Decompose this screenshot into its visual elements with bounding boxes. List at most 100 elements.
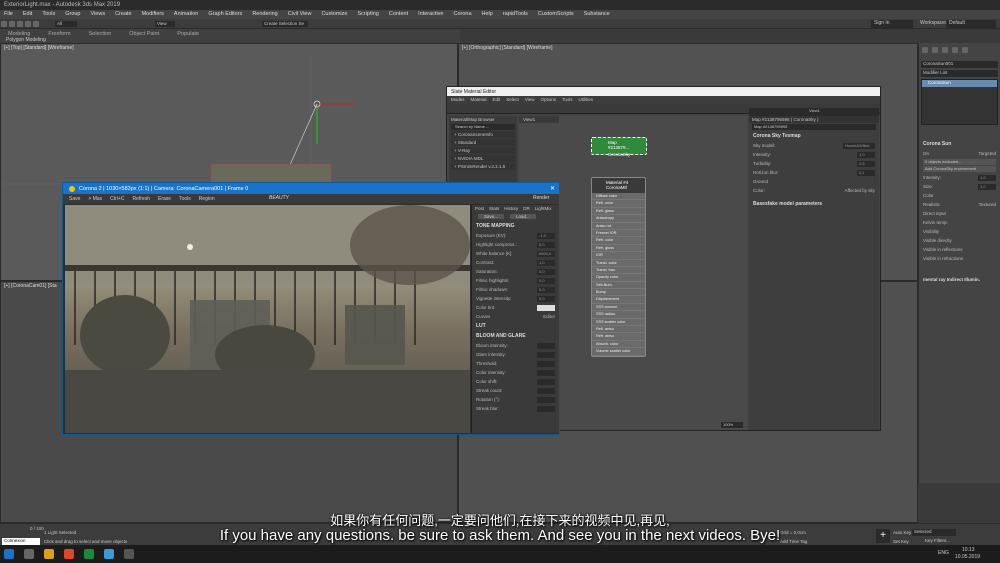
menu-item-file[interactable]: File	[4, 11, 13, 18]
ribbon-tab-object-paint[interactable]: Object Paint	[129, 31, 159, 41]
sme-menu-view[interactable]: View	[525, 97, 535, 103]
browser-item[interactable]: + CoronaSceneInfo	[451, 131, 515, 138]
tone-field[interactable]	[537, 304, 555, 311]
material-slot[interactable]: Refl. gloss	[592, 208, 645, 216]
create-tab-icon[interactable]	[922, 47, 928, 53]
menu-item-corona[interactable]: Corona	[453, 11, 471, 18]
menu-item-rendering[interactable]: Rendering	[252, 11, 277, 18]
bloom-field[interactable]	[537, 378, 555, 385]
material-slot[interactable]: Opacity color	[592, 274, 645, 282]
modify-tab-icon[interactable]	[932, 47, 938, 53]
tone-field[interactable]: 0,0	[537, 277, 555, 284]
menu-item-animation[interactable]: Animation	[174, 11, 198, 18]
language-indicator[interactable]: ENG	[938, 550, 949, 556]
clock-date[interactable]: 10.05.2019	[955, 554, 980, 560]
sme-menu-utilities[interactable]: Utilities	[579, 97, 594, 103]
modifier-list-dropdown[interactable]: Modifier List	[921, 70, 998, 77]
material-slot[interactable]: Self-illum.	[592, 282, 645, 290]
menu-item-group[interactable]: Group	[65, 11, 80, 18]
search-icon[interactable]	[24, 549, 34, 559]
sme-menu-select[interactable]: Select	[506, 97, 519, 103]
curves-editor-button[interactable]: Editor	[543, 314, 555, 319]
material-slot[interactable]: Refr. color	[592, 237, 645, 245]
menu-item-views[interactable]: Views	[91, 11, 106, 18]
size-field[interactable]: 1,0	[978, 183, 996, 190]
turbidity-field[interactable]: 2,5	[857, 160, 875, 167]
targeted-checkbox[interactable]: Targeted	[978, 151, 996, 156]
material-slot[interactable]: Transl. color	[592, 260, 645, 267]
bloom-header[interactable]: BLOOM AND GLARE	[472, 331, 559, 341]
visible-directly-checkbox[interactable]: Visible directly	[923, 238, 952, 243]
corona-sky-node[interactable]: Map #213879... CoronaSky	[591, 137, 647, 157]
hierarchy-tab-icon[interactable]	[942, 47, 948, 53]
sme-menu-options[interactable]: Options	[541, 97, 557, 103]
menu-item-tools[interactable]: Tools	[42, 11, 55, 18]
menu-item-create[interactable]: Create	[115, 11, 132, 18]
tone-field[interactable]: 5,0	[537, 241, 555, 248]
ribbon-tab-populate[interactable]: Populate	[177, 31, 199, 41]
menu-item-civil-view[interactable]: Civil View	[288, 11, 312, 18]
material-slot[interactable]: SSS amount	[592, 304, 645, 312]
sky-intensity-field[interactable]: 1,0	[857, 151, 875, 158]
menu-item-rapidtools[interactable]: rapidTools	[503, 11, 528, 18]
save-settings-button[interactable]: Save...	[478, 214, 505, 219]
visible-reflections-checkbox[interactable]: Visible in reflections	[923, 247, 963, 252]
menu-item-edit[interactable]: Edit	[23, 11, 32, 18]
redo-icon[interactable]	[9, 21, 15, 27]
material-slot[interactable]: Bump	[592, 289, 645, 297]
browser-item[interactable]: + Standard	[451, 139, 515, 146]
basesfake-rollout[interactable]: Basesfake model parameters	[749, 199, 879, 209]
material-slot[interactable]: IOR	[592, 252, 645, 260]
intensity-field[interactable]: 1,0	[978, 174, 996, 181]
filter-dropdown[interactable]: All	[55, 21, 77, 27]
bloom-field[interactable]	[537, 396, 555, 403]
display-tab-icon[interactable]	[962, 47, 968, 53]
zoom-field[interactable]: 100%	[721, 422, 743, 428]
map-name-field[interactable]: Map #2138795595	[752, 124, 876, 130]
material-slot[interactable]: Refr. gloss	[592, 245, 645, 253]
view-tab[interactable]: View1	[519, 116, 559, 123]
bloom-field[interactable]	[537, 369, 555, 376]
sme-menu-modes[interactable]: Modes	[451, 97, 465, 103]
tone-field[interactable]: 0,0	[537, 286, 555, 293]
load-settings-button[interactable]: Load...	[510, 214, 536, 219]
vfb-tab-history[interactable]: History	[504, 206, 518, 211]
material-slot[interactable]: Diffuse color	[592, 193, 645, 201]
beauty-dropdown[interactable]: BEAUTY	[269, 195, 289, 201]
sky-model-dropdown[interactable]: Hosek&Wilkie	[843, 142, 875, 149]
bloom-field[interactable]	[537, 351, 555, 358]
realistic-radio[interactable]: Realistic	[923, 202, 940, 207]
tone-field[interactable]: -1,0	[537, 232, 555, 239]
material-slot[interactable]: Refl. color	[592, 200, 645, 208]
menu-item-content[interactable]: Content	[389, 11, 408, 18]
modifier-stack-item[interactable]: CoronaSun	[922, 80, 997, 87]
textured-checkbox[interactable]: Textured	[979, 202, 996, 207]
vfb-tool-save[interactable]: Save	[69, 196, 80, 202]
material-slot[interactable]: Displacement	[592, 296, 645, 304]
material-slot[interactable]: Refr. aniso	[592, 333, 645, 341]
object-name-field[interactable]: CoronaSun001	[921, 61, 998, 68]
tone-mapping-header[interactable]: TONE MAPPING	[472, 221, 559, 231]
vfb-app-icon[interactable]	[124, 549, 134, 559]
sme-menu-edit[interactable]: Edit	[493, 97, 501, 103]
lut-header[interactable]: LUT	[472, 321, 559, 331]
tone-field[interactable]: 0,0	[537, 295, 555, 302]
max-app-icon[interactable]	[104, 549, 114, 559]
vfb-tab-lightmix[interactable]: LightMix	[535, 206, 552, 211]
visible-refractions-checkbox[interactable]: Visible in refractions	[923, 256, 963, 261]
close-icon[interactable]: ✕	[550, 185, 555, 192]
tone-field[interactable]: 1,0	[537, 259, 555, 266]
extra-rollout[interactable]: mental ray Indirect Illumin.	[919, 275, 1000, 284]
vfb-tool-region[interactable]: Region	[199, 196, 215, 202]
clock-time[interactable]: 10:13	[962, 547, 975, 553]
vfb-tab-stats[interactable]: Stats	[489, 206, 499, 211]
vfb-tab-dr[interactable]: DR	[523, 206, 530, 211]
curves-checkbox[interactable]: Curves	[476, 314, 490, 319]
sun-rollout-header[interactable]: Corona Sun	[919, 139, 1000, 149]
browser-item[interactable]: + V-Ray	[451, 147, 515, 154]
material-slot[interactable]: Transl. frac.	[592, 267, 645, 275]
vfb-tool-ctrl-c[interactable]: Ctrl+C	[110, 196, 124, 202]
add-sky-button[interactable]: Add CoronaSky environment	[923, 166, 996, 172]
undo-icon[interactable]	[1, 21, 7, 27]
browser-item[interactable]: + PSmimRender v.2.2.1.5	[451, 163, 515, 170]
